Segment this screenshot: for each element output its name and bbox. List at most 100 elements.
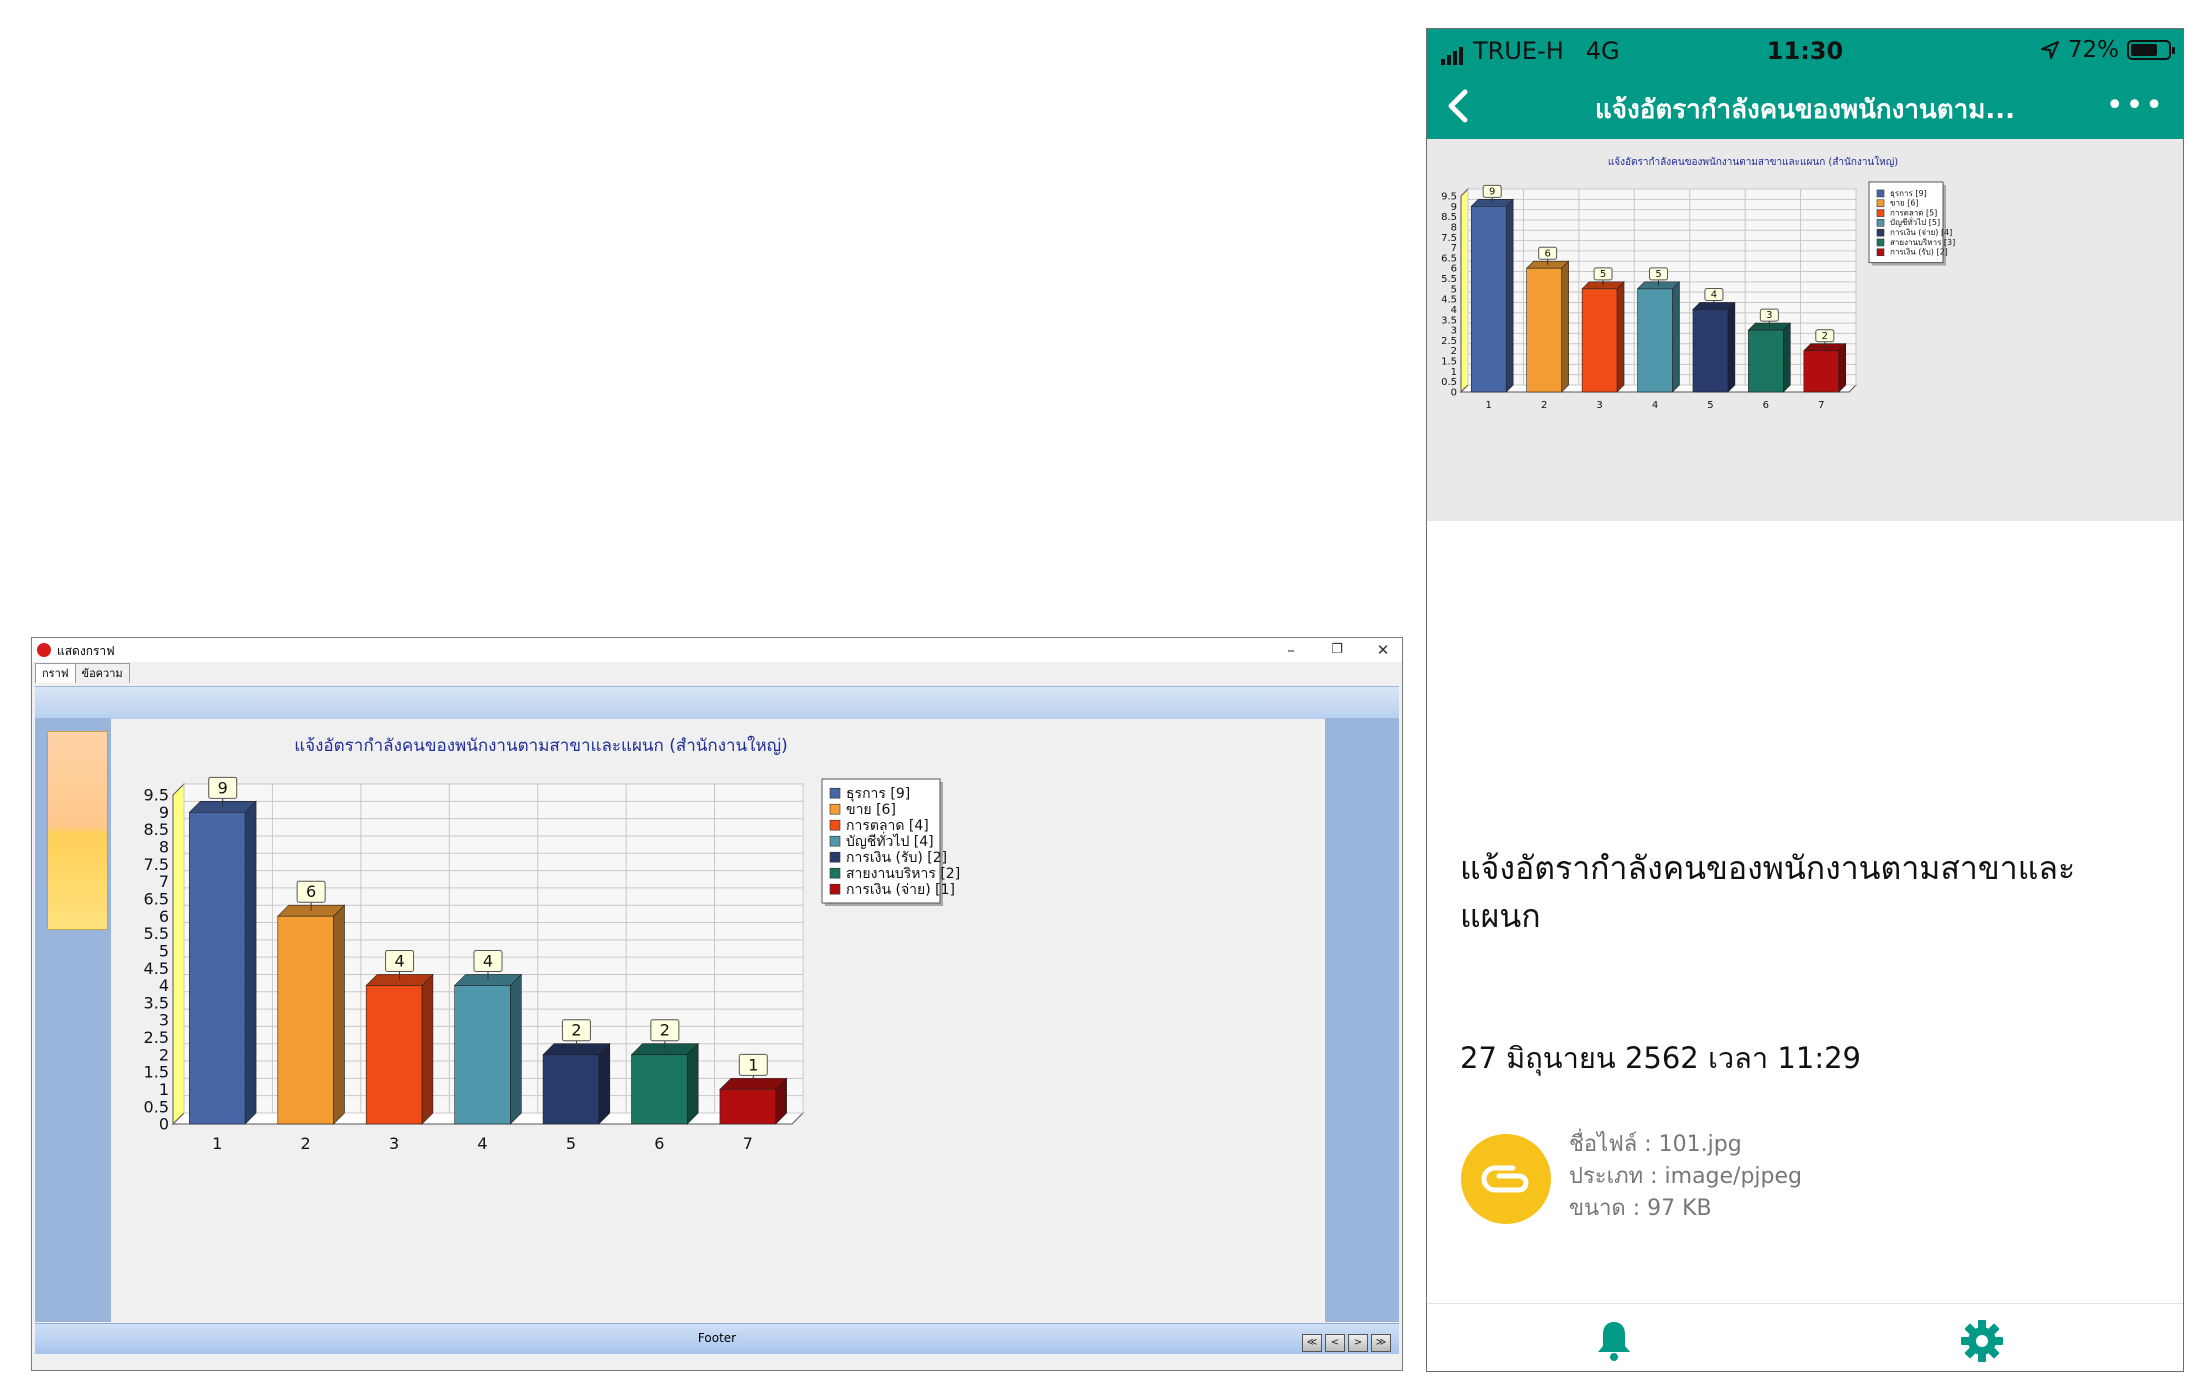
paperclip-icon [1481,1165,1529,1193]
message-date: 27 มิถุนายน 2562 เวลา 11:29 [1460,1041,1862,1075]
bell-icon[interactable] [1589,1316,1639,1366]
y-tick-label: 4 [1451,305,1457,316]
legend-item: สายงานบริหาร [2] [846,866,960,882]
y-tick-label: 0.5 [1441,377,1457,388]
next-page-button[interactable]: > [1348,1334,1368,1352]
plot-left-wall [1460,187,1469,394]
bar-side [1783,322,1791,393]
bar-side [333,904,345,1125]
minimize-button[interactable]: – [1276,640,1306,660]
data-label: 5 [1655,269,1661,280]
data-label: 4 [394,951,404,970]
bar [1692,309,1729,393]
legend-swatch [1876,219,1885,227]
battery-nub [2172,47,2175,54]
first-page-button[interactable]: ≪ [1302,1334,1322,1352]
window-title: แสดงกราฟ [57,644,115,658]
x-tick-label: 2 [1541,400,1547,411]
right-panel [1325,718,1399,1322]
y-tick-label: 5 [1451,284,1457,295]
legend-swatch [829,819,841,831]
page-nav: ≪ < > ≫ [1299,1330,1391,1352]
legend-item: สายงานบริหาร [3] [1890,238,1955,247]
legend-item: การเงิน (รับ) [2] [846,850,947,866]
bar-side [598,1043,611,1125]
phone-screen: TRUE-H 4G 11:30 72% แจ้งอัตรากำลังคนของพ… [1426,28,2184,1372]
more-dots-icon[interactable]: ••• [2106,91,2165,121]
x-tick-label: 4 [1652,400,1658,411]
tab-graph[interactable]: กราฟ [35,663,76,683]
phone-bar-chart: แจ้งอัตรากำลังคนของพนักงานตามสาขาและแผนก… [1441,156,1955,411]
legend-item: บัญชีทั่วไป [4] [846,832,934,850]
bar [189,812,246,1125]
legend-item: บัญชีทั่วไป [5] [1890,216,1940,227]
x-tick-label: 3 [389,1134,399,1153]
legend-item: การตลาด [4] [846,818,929,834]
legend-item: ขาย [6] [846,802,896,818]
last-page-button[interactable]: ≫ [1371,1334,1391,1352]
data-label: 4 [483,951,493,970]
data-label: 2 [571,1021,581,1040]
file-name: ชื่อไฟล์ : 101.jpg [1569,1132,1742,1157]
bottom-tab-bar [1427,1303,2183,1371]
file-info: ชื่อไฟล์ : 101.jpg ประเภท : image/pjpeg … [1569,1129,1802,1225]
x-tick-label: 5 [1707,400,1713,411]
chart-title: แจ้งอัตรากำลังคนของพนักงานตามสาขาและแผนก… [1608,156,1898,168]
chevron-left-icon[interactable] [1441,87,1479,125]
gear-icon[interactable] [1957,1316,2007,1366]
bar [542,1054,600,1125]
chart-title: แจ้งอัตรากำลังคนของพนักงานตามสาขาและแผนก… [294,735,788,756]
legend-swatch [829,803,841,815]
data-label: 2 [1822,331,1828,342]
data-label: 6 [306,882,316,901]
bar-side [421,973,434,1125]
y-tick-label: 7 [159,872,169,891]
data-label: 1 [748,1055,758,1074]
legend-item: การเงิน (จ่าย) [4] [1890,228,1952,237]
y-tick-label: 4.5 [144,959,169,978]
y-tick-label: 6.5 [1441,253,1457,264]
bar-side [510,973,522,1125]
bar [1803,350,1840,393]
message-title: แจ้งอัตรากำลังคนของพนักงานตามสาขาและแผนก [1460,849,2076,935]
y-tick-label: 5 [159,941,169,960]
y-tick-label: 0 [159,1115,169,1134]
bar-side [1838,343,1847,393]
y-tick-label: 9.5 [1441,192,1457,203]
status-right: 72% [2040,37,2175,63]
restore-button[interactable]: ❐ [1322,640,1352,660]
x-tick-label: 2 [301,1134,311,1153]
y-tick-label: 2.5 [1441,336,1457,347]
y-tick-label: 2 [159,1045,169,1064]
x-tick-label: 1 [212,1134,222,1153]
legend-swatch [829,867,841,879]
y-tick-label: 2.5 [144,1028,169,1047]
y-tick-label: 3 [159,1011,169,1030]
window-titlebar[interactable]: แสดงกราฟ – ❐ ✕ [32,638,1402,662]
y-tick-label: 2 [1451,346,1457,357]
tab-text[interactable]: ข้อความ [74,663,130,683]
status-bar: TRUE-H 4G 11:30 72% [1427,29,2183,73]
x-tick-label: 5 [566,1134,576,1153]
legend-swatch [1876,238,1885,247]
x-tick-label: 7 [743,1134,753,1153]
y-tick-label: 1.5 [144,1063,169,1082]
bar-side [1561,260,1569,393]
y-tick-label: 3.5 [144,993,169,1012]
legend-item: การเงิน (จ่าย) [1] [846,882,955,898]
prev-page-button[interactable]: < [1325,1334,1345,1352]
y-tick-label: 4.5 [1441,295,1457,306]
attachment-badge[interactable] [1461,1134,1551,1224]
attachment-image[interactable]: แจ้งอัตรากำลังคนของพนักงานตามสาขาและแผนก… [1427,139,2183,521]
close-button[interactable]: ✕ [1368,640,1398,660]
bar-side [1505,198,1514,393]
bar [631,1054,688,1125]
bar-side [1727,301,1736,393]
file-size: ขนาด : 97 KB [1569,1196,1712,1221]
bar-side [1616,281,1625,393]
x-tick-label: 6 [1763,400,1769,411]
bar-side [244,800,257,1125]
y-tick-label: 1 [159,1080,169,1099]
location-arrow-icon [2040,41,2059,59]
y-tick-label: 8 [159,838,169,857]
